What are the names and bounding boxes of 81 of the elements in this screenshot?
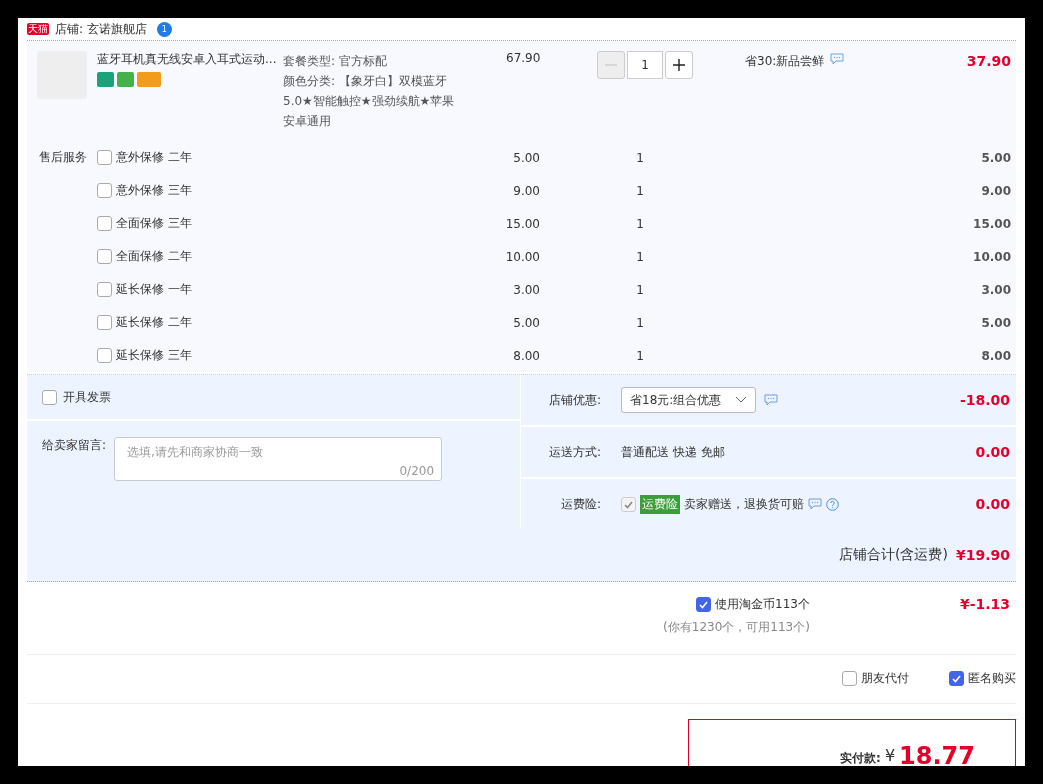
subtotal-amount: ¥19.90 [955, 547, 1010, 563]
checkbox[interactable] [97, 216, 112, 231]
promo-text: 省30:新品尝鲜 [745, 53, 825, 70]
discount-amount: -18.00 [959, 392, 1010, 408]
option-label: 朋友代付 [861, 669, 909, 687]
service-quantity: 1 [635, 183, 645, 198]
service-total: 3.00 [980, 282, 1012, 297]
insurance-label: 运费险: [559, 495, 602, 513]
shipping-label: 运送方式: [547, 443, 602, 461]
service-name: 意外保修 二年 [116, 149, 192, 166]
checkbox[interactable] [97, 150, 112, 165]
service-price: 8.00 [512, 348, 540, 363]
plus-icon [672, 57, 686, 72]
service-name: 全面保修 三年 [116, 215, 192, 232]
service-quantity: 1 [635, 282, 645, 297]
chat-icon [808, 498, 822, 510]
item-total: 37.90 [966, 52, 1012, 71]
store-logo: 天猫 [27, 23, 49, 35]
payment-label: 实付款: [840, 750, 881, 766]
char-counter: 0/200 [399, 464, 435, 478]
checkbox[interactable] [97, 282, 112, 297]
chat-icon [830, 53, 845, 65]
service-name: 延长保修 三年 [116, 347, 192, 364]
coins-note: (你有1230个，可用113个) [663, 619, 810, 636]
checkbox[interactable] [97, 348, 112, 363]
option-label: 匿名购买 [968, 669, 1016, 687]
service-name: 意外保修 三年 [116, 182, 192, 199]
checkbox[interactable] [696, 597, 711, 612]
message-label: 给卖家留言: [42, 437, 107, 454]
service-quantity: 1 [635, 216, 645, 231]
coins-label: 使用淘金币113个 [715, 596, 810, 613]
service-quantity: 1 [635, 348, 645, 363]
caret-icon [735, 396, 748, 404]
checkbox[interactable] [97, 249, 112, 264]
unit-price: 67.90 [506, 51, 542, 67]
service-name: 延长保修 二年 [116, 314, 192, 331]
service-price: 5.00 [512, 150, 540, 165]
help-icon [826, 497, 839, 511]
service-quantity: 1 [635, 249, 645, 264]
service-total: 9.00 [980, 183, 1012, 198]
chat-icon [764, 394, 779, 406]
store-name[interactable]: 店铺: 玄诺旗舰店 [55, 20, 147, 38]
service-total: 8.00 [980, 348, 1012, 363]
product-spec: 套餐类型: 官方标配 [283, 53, 388, 70]
checkbox[interactable] [842, 670, 857, 686]
plus-button[interactable] [665, 51, 693, 79]
checkbox[interactable] [949, 670, 964, 686]
currency-symbol: ¥ [884, 745, 896, 765]
discount-dropdown[interactable]: 省18元:组合优惠 [621, 387, 757, 413]
service-name: 全面保修 二年 [116, 248, 192, 265]
product-title[interactable]: 蓝牙耳机真无线安卓入耳式运动... [97, 51, 283, 68]
service-quantity: 1 [635, 315, 645, 330]
checkbox[interactable] [97, 315, 112, 330]
service-price: 9.00 [512, 183, 540, 198]
insurance-tag: 运费险 [640, 494, 680, 514]
service-label: 售后服务 [38, 149, 88, 166]
checkbox[interactable] [97, 183, 112, 198]
service-price: 10.00 [504, 249, 540, 264]
count-badge: 1 [156, 21, 172, 37]
insurance-text: 卖家赠送，退换货可赔 [684, 495, 804, 513]
service-name: 延长保修 一年 [116, 281, 192, 298]
checkbox[interactable] [42, 389, 57, 405]
service-quantity: 1 [635, 150, 645, 165]
shipping-amount: 0.00 [975, 444, 1010, 460]
coins-amount: ¥-1.13 [959, 596, 1010, 614]
insurance-amount: 0.00 [975, 496, 1010, 512]
service-total: 15.00 [972, 216, 1012, 231]
quantity-field[interactable]: 1 [627, 51, 663, 79]
check-icon [698, 599, 709, 610]
service-price: 5.00 [512, 315, 540, 330]
service-price: 15.00 [504, 216, 540, 231]
service-total: 5.00 [980, 315, 1012, 330]
product-spec: 颜色分类: 【象牙白】双模蓝牙5.0★智能触控★强劲续航★苹果安卓通用 [283, 73, 456, 130]
service-total: 5.00 [980, 150, 1012, 165]
service-price: 3.00 [512, 282, 540, 297]
payment-amount: 18.77 [899, 742, 975, 766]
service-total: 10.00 [972, 249, 1012, 264]
shipping-method: 普通配送 快递 免邮 [621, 443, 726, 461]
subtotal-label: 店铺合计(含运费) [839, 546, 948, 564]
discount-label: 店铺优惠: [547, 391, 602, 409]
invoice-label: 开具发票 [63, 388, 111, 406]
